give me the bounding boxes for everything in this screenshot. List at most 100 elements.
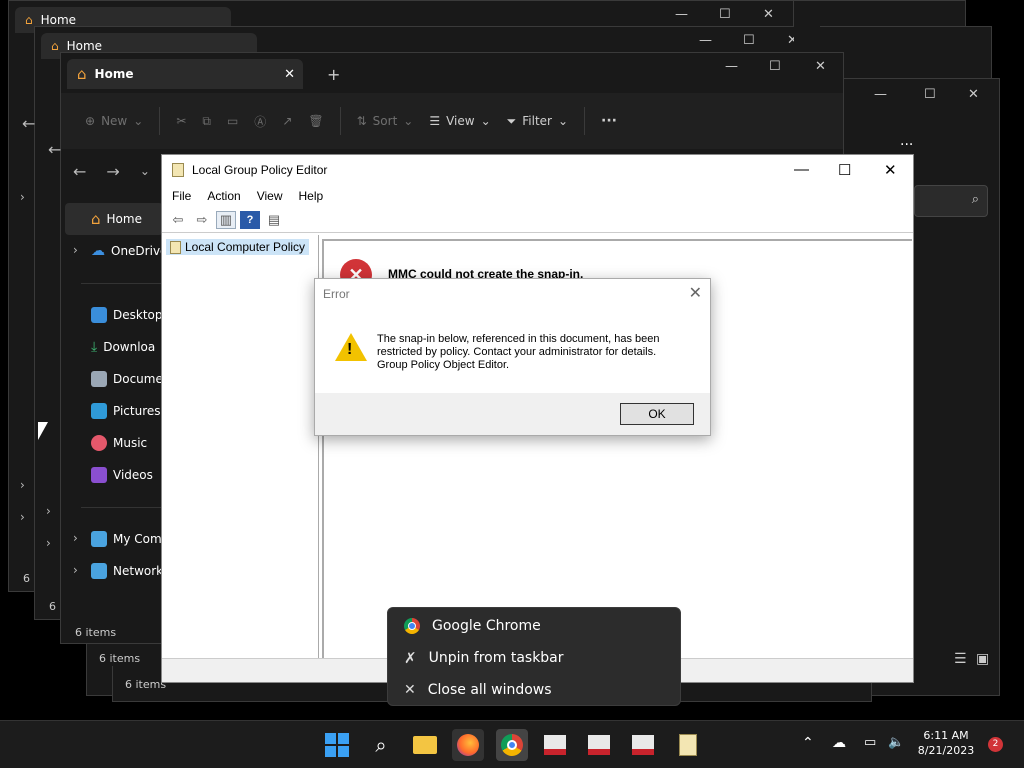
chevron-right-icon[interactable]: › [20,478,25,492]
rename-button[interactable]: Ⓐ [246,105,274,137]
sidebar-downloads[interactable]: ⤓ Downloa [91,335,155,359]
menu-view[interactable]: View [257,189,283,203]
chevron-right-icon[interactable]: › [73,531,78,545]
close-tab-icon[interactable]: ✕ [284,67,295,82]
back-arrow-icon[interactable]: ← [73,162,86,181]
close-button-right[interactable]: ✕ [968,87,979,102]
back-arrow-icon[interactable]: ← [22,114,35,133]
taskbar-mmc-3[interactable] [627,729,659,761]
sidebar-desktop[interactable]: Desktop [91,303,163,327]
chevron-right-icon[interactable]: › [20,190,25,204]
chevron-right-icon[interactable]: › [73,563,78,577]
start-button[interactable] [321,729,353,761]
taskbar-chrome[interactable] [496,729,528,761]
home-icon: ⌂ [51,39,59,53]
minimize-button-back-2[interactable]: — [699,33,712,48]
pictures-icon [91,403,107,419]
forward-arrow-icon[interactable]: → [106,162,119,181]
sort-button[interactable]: ⇅ Sort ⌄ [349,105,422,137]
sidebar-mycomputer[interactable]: My Com [91,527,162,551]
delete-button[interactable]: 🗑 [300,105,331,137]
chevron-right-icon[interactable]: › [20,510,25,524]
filter-button[interactable]: ⏷ Filter ⌄ [499,105,576,137]
close-button-back-1[interactable]: ✕ [763,7,774,22]
maximize-button-back-1[interactable]: ☐ [719,7,731,22]
sidebar-music[interactable]: Music [91,431,147,455]
chevron-right-icon[interactable]: › [46,536,51,550]
back-arrow-icon[interactable]: ⇦ [168,211,188,229]
menu-file[interactable]: File [172,189,191,203]
gpe-title: Local Group Policy Editor [192,163,328,177]
copy-button[interactable]: ⧉ [194,105,219,137]
clock[interactable]: 6:11 AM 8/21/2023 [914,729,978,757]
minimize-button[interactable]: — [725,59,738,74]
network-tray-icon[interactable]: ▭ [864,735,876,750]
music-icon [91,435,107,451]
tab-home[interactable]: ⌂ Home ✕ [67,59,303,89]
cut-button[interactable]: ✂ [168,105,194,137]
close-button[interactable]: ✕ [815,59,826,74]
notification-badge[interactable]: 2 [988,737,1003,752]
maximize-button-back-2[interactable]: ☐ [743,33,755,48]
home-icon: ⌂ [77,65,87,83]
sidebar-network[interactable]: Network [91,559,163,583]
ok-button[interactable]: OK [620,403,694,425]
taskbar-mmc-2[interactable] [583,729,615,761]
view-button[interactable]: ☰ View ⌄ [421,105,498,137]
sidebar-home[interactable]: ⌂ Home [91,207,142,231]
chevron-right-icon[interactable]: › [73,243,78,257]
menu-action[interactable]: Action [207,189,240,203]
search-box[interactable]: ⌕ [914,185,988,217]
copy-icon: ⧉ [202,113,211,128]
policy-document-icon [172,163,184,177]
properties-icon[interactable]: ▤ [264,211,284,229]
chevron-down-icon[interactable]: ⌄ [140,164,150,178]
sidebar-documents[interactable]: Documer [91,367,168,391]
onedrive-tray-icon[interactable]: ☁ [832,735,846,751]
volume-icon[interactable]: 🔈 [888,735,904,750]
gpe-maximize-button[interactable]: ☐ [838,161,851,179]
gpe-close-button[interactable]: ✕ [884,161,897,179]
more-button[interactable]: ··· [593,105,625,137]
maximize-button[interactable]: ☐ [769,59,781,74]
mmc-icon [632,735,654,755]
sidebar-divider [81,507,161,508]
tree-item-local-computer-policy[interactable]: Local Computer Policy [166,239,310,255]
help-icon[interactable]: ? [240,210,260,229]
status-text-back-5: 6 items [99,652,141,665]
taskbar-group-policy[interactable] [672,729,704,761]
forward-arrow-icon[interactable]: ⇨ [192,211,212,229]
search-button[interactable]: ⌕ [365,729,397,761]
toolbar-divider [159,107,161,135]
back-arrow-icon[interactable]: ← [48,140,61,159]
chevron-right-icon[interactable]: › [46,504,51,518]
show-hide-console-tree-icon[interactable]: ▥ [216,210,236,229]
sidebar-videos[interactable]: Videos [91,463,153,487]
maximize-button-right[interactable]: ☐ [924,87,936,102]
menu-help[interactable]: Help [299,189,324,203]
paste-button[interactable]: ▭ [219,105,246,137]
tiles-view-icon[interactable]: ▣ [976,651,989,667]
network-icon [91,563,107,579]
details-view-icon[interactable]: ☰ [954,651,967,667]
more-options-icon[interactable]: ··· [900,137,913,153]
taskbar-firefox[interactable] [452,729,484,761]
share-button[interactable]: ↗ [274,105,300,137]
menu-item-google-chrome[interactable]: Google Chrome [404,614,541,638]
gpe-minimize-button[interactable]: — [794,161,809,178]
folder-icon [413,736,437,754]
chevron-down-icon: ⌄ [557,114,569,128]
minimize-button-back-1[interactable]: — [675,7,688,22]
new-tab-button[interactable]: + [327,65,340,84]
error-dialog-close-button[interactable]: ✕ [689,283,702,303]
menu-item-unpin[interactable]: ✗ Unpin from taskbar [404,646,564,670]
show-hidden-icons-button[interactable]: ⌃ [802,735,814,751]
taskbar-mmc-1[interactable] [539,729,571,761]
sidebar-pictures[interactable]: Pictures [91,399,161,423]
minimize-button-right[interactable]: — [874,87,887,102]
new-button[interactable]: ⊕ New ⌄ [77,105,151,137]
clock-time: 6:11 AM [923,729,969,742]
taskbar-file-explorer[interactable] [409,729,441,761]
menu-item-close-all[interactable]: ✕ Close all windows [404,678,552,702]
sidebar-onedrive[interactable]: ☁ OneDrive [91,239,167,263]
